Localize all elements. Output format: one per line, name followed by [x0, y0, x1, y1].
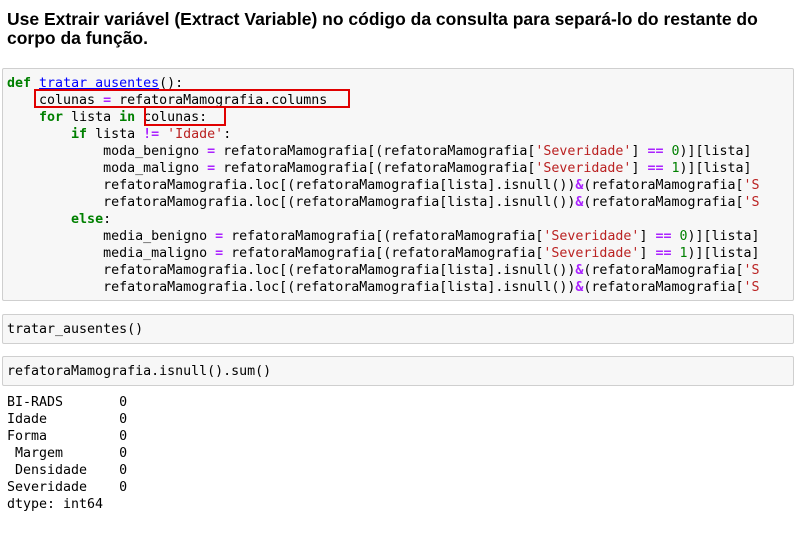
- code-token: moda_benigno: [7, 144, 208, 159]
- code-line: refatoraMamografia.loc[(refatoraMamograf…: [7, 279, 793, 296]
- code-token: )][lista]: [679, 144, 752, 159]
- code-token-op: !=: [143, 127, 160, 142]
- code-line: moda_benigno = refatoraMamografia[(refat…: [7, 143, 793, 160]
- code-line: else:: [7, 211, 793, 228]
- code-token-kw: if: [71, 127, 88, 142]
- code-token: media_maligno: [7, 246, 216, 261]
- code-token: colunas:: [135, 110, 208, 125]
- code-token: ]: [631, 161, 648, 176]
- code-token: ]: [631, 144, 648, 159]
- code-line: media_benigno = refatoraMamografia[(refa…: [7, 228, 793, 245]
- code-line: for lista in colunas:: [7, 109, 793, 126]
- code-token-str: 'Severidade': [543, 246, 640, 261]
- code-token: )][lista]: [687, 229, 760, 244]
- code-line: media_maligno = refatoraMamografia[(refa…: [7, 245, 793, 262]
- code-token-op: =: [207, 144, 216, 159]
- code-line: refatoraMamografia.loc[(refatoraMamograf…: [7, 262, 793, 279]
- output-line: Densidade 0: [7, 463, 128, 478]
- output-line: Severidade 0: [7, 480, 128, 495]
- code-token-str: 'Severidade': [543, 229, 640, 244]
- code-token: lista: [63, 110, 120, 125]
- cell-output: BI-RADS 0 Idade 0 Forma 0 Margem 0 Densida…: [7, 394, 127, 513]
- code-token-op: ==: [655, 229, 672, 244]
- code-token: (refatoraMamografia[: [583, 195, 744, 210]
- code-token: refatoraMamografia.loc[(refatoraMamograf…: [7, 195, 576, 210]
- code-token-op: =: [215, 229, 224, 244]
- code-token-op: ==: [647, 144, 664, 159]
- output-line: Idade 0: [7, 412, 128, 427]
- code-token: refatoraMamografia[(refatoraMamografia[: [215, 144, 536, 159]
- code-token: refatoraMamografia[(refatoraMamografia[: [215, 161, 536, 176]
- code-token: :: [103, 212, 112, 227]
- code-token-str: 'Severidade': [535, 144, 632, 159]
- code-token-str: 'S: [743, 263, 760, 278]
- code-token-num: 0: [679, 229, 688, 244]
- code-token-kw: for: [39, 110, 64, 125]
- code-line: colunas = refatoraMamografia.columns: [7, 92, 793, 109]
- output-line: dtype: int64: [7, 497, 104, 512]
- output-line: Forma 0: [7, 429, 128, 444]
- code-token: )][lista]: [679, 161, 752, 176]
- code-line: moda_maligno = refatoraMamografia[(refat…: [7, 160, 793, 177]
- code-line: def tratar_ausentes():: [7, 75, 793, 92]
- code-token: )][lista]: [687, 246, 760, 261]
- code-token-num: 0: [671, 144, 680, 159]
- code-token-str: 'S: [743, 195, 760, 210]
- code-token: media_benigno: [7, 229, 216, 244]
- code-token-kw: def: [7, 76, 32, 91]
- code-token-op: =: [103, 93, 112, 108]
- code-token: :: [223, 127, 232, 142]
- code-token-op: ==: [655, 246, 672, 261]
- code-line: if lista != 'Idade':: [7, 126, 793, 143]
- code-token: (refatoraMamografia[: [583, 263, 744, 278]
- code-cell-isnull-sum[interactable]: refatoraMamografia.isnull().sum(): [2, 356, 794, 386]
- code-token-op: =: [207, 161, 216, 176]
- code-cell-function[interactable]: def tratar_ausentes(): colunas = refator…: [2, 68, 794, 301]
- code-token-kw: in: [119, 110, 136, 125]
- code-editor[interactable]: tratar_ausentes(): [3, 315, 793, 338]
- code-token-num: 1: [679, 246, 688, 261]
- code-line: refatoraMamografia.loc[(refatoraMamograf…: [7, 177, 793, 194]
- code-token: (refatoraMamografia[: [583, 280, 744, 295]
- code-token-str: 'S: [743, 280, 760, 295]
- code-token: refatoraMamografia[(refatoraMamografia[: [223, 229, 544, 244]
- code-editor[interactable]: def tratar_ausentes(): colunas = refator…: [3, 69, 793, 296]
- code-token: ():: [159, 76, 184, 91]
- code-token-str: 'Severidade': [535, 161, 632, 176]
- code-line: refatoraMamografia.loc[(refatoraMamograf…: [7, 194, 793, 211]
- code-token-str: 'Idade': [167, 127, 224, 142]
- code-token-op: ==: [647, 161, 664, 176]
- code-token: refatoraMamografia.loc[(refatoraMamograf…: [7, 178, 576, 193]
- code-editor[interactable]: refatoraMamografia.isnull().sum(): [3, 357, 793, 380]
- code-token: lista: [87, 127, 144, 142]
- code-token: (refatoraMamografia[: [583, 178, 744, 193]
- code-token-op: =: [215, 246, 224, 261]
- code-token-kw: else: [71, 212, 104, 227]
- code-token-fn: tratar_ausentes: [39, 76, 160, 91]
- instruction-heading: Use Extrair variável (Extract Variable) …: [7, 9, 758, 48]
- code-token-str: 'S: [743, 178, 760, 193]
- code-token-num: 1: [671, 161, 680, 176]
- output-line: Margem 0: [7, 446, 128, 461]
- code-cell-call[interactable]: tratar_ausentes(): [2, 314, 794, 344]
- code-token: colunas: [7, 93, 104, 108]
- code-token: ]: [639, 246, 656, 261]
- output-line: BI-RADS 0: [7, 395, 128, 410]
- code-token: refatoraMamografia.columns: [111, 93, 328, 108]
- code-token: refatoraMamografia.loc[(refatoraMamograf…: [7, 280, 576, 295]
- code-token: refatoraMamografia.loc[(refatoraMamograf…: [7, 263, 576, 278]
- code-token: refatoraMamografia[(refatoraMamografia[: [223, 246, 544, 261]
- code-token: ]: [639, 229, 656, 244]
- code-token: moda_maligno: [7, 161, 208, 176]
